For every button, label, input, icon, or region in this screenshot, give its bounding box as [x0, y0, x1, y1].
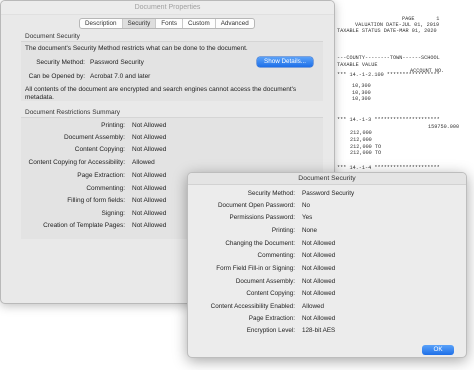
detail-value: Not Allowed [302, 278, 336, 285]
tab-description[interactable]: Description [80, 19, 123, 28]
detail-value: None [302, 227, 318, 234]
restriction-label: Printing: [101, 122, 125, 129]
doc-parcel-line: *** 14.-1-2.100 ***************** [337, 72, 440, 78]
detail-row: Printing: None [188, 227, 466, 236]
detail-value: Not Allowed [302, 252, 336, 259]
restriction-label: Page Extraction: [77, 172, 125, 179]
encryption-note-line1: All contents of the document are encrypt… [25, 86, 297, 93]
doc-value-line: 212,000 [350, 130, 372, 136]
security-intro-text: The document's Security Method restricts… [25, 45, 248, 52]
doc-value-line: 10,300 [352, 96, 371, 102]
restriction-label: Signing: [101, 210, 126, 217]
tab-custom[interactable]: Custom [183, 19, 216, 28]
detail-value: Allowed [302, 303, 325, 310]
doc-taxable-value-header: TAXABLE VALUE [337, 62, 378, 68]
restriction-value: Not Allowed [132, 172, 167, 179]
detail-label: Changing the Document: [225, 240, 295, 247]
restrictions-heading: Document Restrictions Summary [25, 109, 120, 116]
restriction-value: Not Allowed [132, 197, 167, 204]
detail-value: Not Allowed [302, 315, 336, 322]
restriction-value: Not Allowed [132, 210, 167, 217]
detail-label: Encryption Level: [246, 327, 295, 334]
tab-fonts[interactable]: Fonts [156, 19, 183, 28]
detail-label: Form Field Fill-in or Signing: [216, 265, 295, 272]
window-title: Document Properties [1, 1, 334, 15]
detail-label: Printing: [271, 227, 295, 234]
tab-advanced[interactable]: Advanced [216, 19, 254, 28]
detail-row: Form Field Fill-in or Signing: Not Allow… [188, 265, 466, 274]
doc-value-line: 212,000 TO [350, 150, 382, 156]
detail-label: Commenting: [257, 252, 295, 259]
detail-row: Commenting: Not Allowed [188, 252, 466, 261]
detail-value: Not Allowed [302, 290, 336, 297]
doc-parcel-line: *** 14.-1-4 ********************* [337, 165, 440, 171]
doc-taxable-status-date: TAXABLE STATUS DATE-MAR 01, 2020 [337, 28, 437, 34]
dialog-title: Document Security [188, 173, 466, 185]
detail-value: Not Allowed [302, 240, 336, 247]
doc-parcel-line: *** 14.-1-3 ********************* [337, 117, 440, 123]
restriction-label: Filling of form fields: [67, 197, 125, 204]
show-details-button[interactable]: Show Details... [257, 57, 313, 67]
security-method-label: Security Method: [36, 59, 85, 66]
restriction-label: Creation of Template Pages: [43, 222, 125, 229]
detail-row: Changing the Document: Not Allowed [188, 240, 466, 249]
detail-value: Yes [302, 214, 313, 221]
detail-label: Page Extraction: [248, 315, 295, 322]
restriction-label: Content Copying: [74, 146, 125, 153]
detail-row: Document Assembly: Not Allowed [188, 278, 466, 287]
detail-label: Content Copying: [246, 290, 295, 297]
document-security-dialog: Document Security Security Method: Passw… [187, 172, 467, 358]
detail-label: Content Accessibility Enabled: [210, 303, 295, 310]
restriction-value: Allowed [132, 159, 155, 166]
security-method-value: Password Security [90, 59, 144, 66]
restriction-value: Not Allowed [132, 134, 167, 141]
detail-value: 128-bit AES [302, 327, 336, 334]
document-security-heading: Document Security [25, 33, 80, 40]
tab-bar: Description Security Fonts Custom Advanc… [79, 18, 255, 29]
doc-value-line: 212,000 [350, 137, 372, 143]
detail-label: Document Open Password: [218, 202, 295, 209]
detail-row: Security Method: Password Security [188, 190, 466, 199]
detail-label: Permissions Password: [229, 214, 295, 221]
detail-value: Not Allowed [302, 265, 336, 272]
restriction-value: Not Allowed [132, 185, 167, 192]
detail-label: Security Method: [247, 190, 295, 197]
detail-row: Document Open Password: No [188, 202, 466, 211]
detail-row: Content Accessibility Enabled: Allowed [188, 303, 466, 312]
doc-column-header: ---COUNTY--------TOWN------SCHOOL [337, 55, 440, 61]
restriction-label: Commenting: [86, 185, 125, 192]
restriction-label: Content Copying for Accessibility: [28, 159, 125, 166]
doc-account-value: 159750.000 [428, 124, 460, 130]
detail-row: Content Copying: Not Allowed [188, 290, 466, 299]
restriction-value: Not Allowed [132, 122, 167, 129]
detail-row: Permissions Password: Yes [188, 214, 466, 223]
opened-by-label: Can be Opened by: [28, 73, 85, 80]
detail-value: No [302, 202, 311, 209]
tab-security[interactable]: Security [122, 19, 157, 28]
detail-row: Encryption Level: 128-bit AES [188, 327, 466, 336]
restriction-label: Document Assembly: [63, 134, 125, 141]
restriction-value: Not Allowed [132, 146, 167, 153]
doc-value-line: 10,300 [352, 83, 371, 89]
restriction-value: Not Allowed [132, 222, 167, 229]
detail-row: Page Extraction: Not Allowed [188, 315, 466, 324]
detail-label: Document Assembly: [235, 278, 295, 285]
opened-by-value: Acrobat 7.0 and later [90, 73, 151, 80]
ok-button[interactable]: OK [422, 345, 454, 355]
encryption-note-line2: metadata. [25, 94, 54, 101]
detail-value: Password Security [302, 190, 355, 197]
